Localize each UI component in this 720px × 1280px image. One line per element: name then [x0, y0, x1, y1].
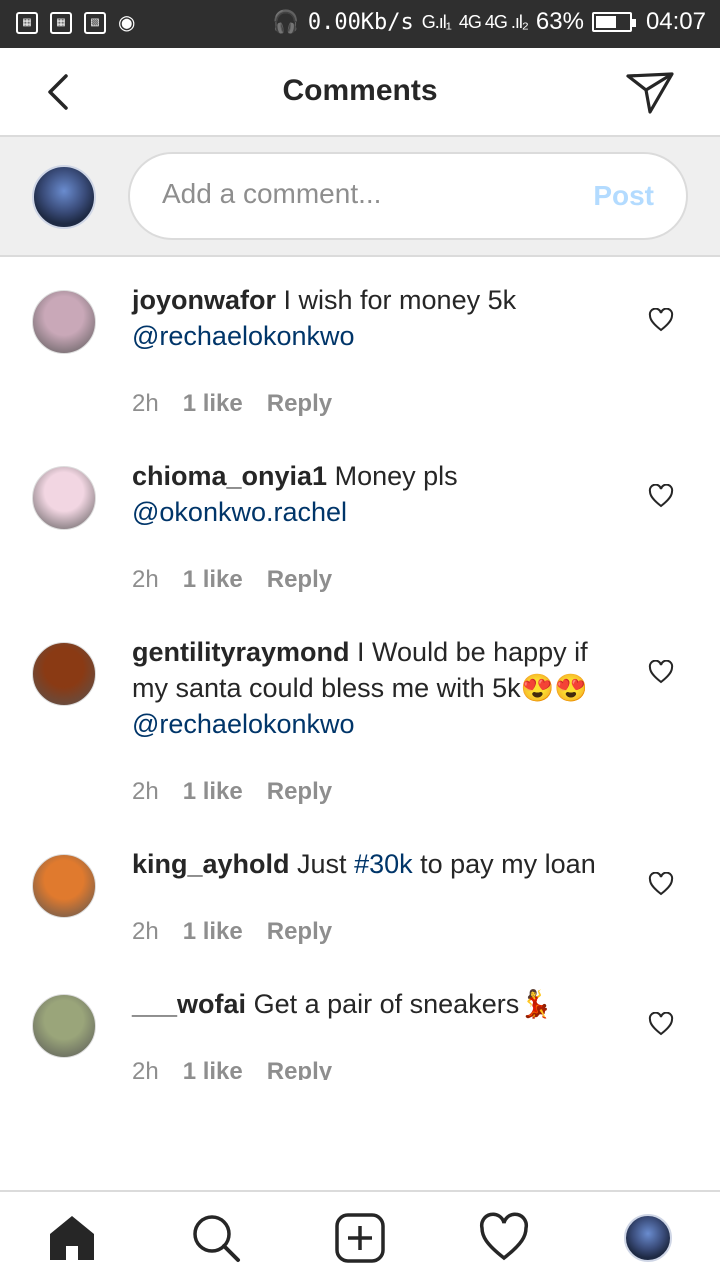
mention-link[interactable]: @rechaelokonkwo: [132, 321, 355, 351]
comment-text: king_ayhold Just #30k to pay my loan: [132, 846, 622, 882]
post-button[interactable]: Post: [593, 180, 654, 212]
reply-button[interactable]: Reply: [267, 918, 332, 946]
heart-icon[interactable]: [648, 660, 674, 684]
headphones-icon: 🎧: [272, 9, 300, 34]
heart-icon[interactable]: [648, 308, 674, 332]
profile-avatar[interactable]: [624, 1214, 672, 1262]
reply-button[interactable]: Reply: [267, 566, 332, 594]
like-count[interactable]: 1 like: [183, 918, 243, 946]
notification-icons: ▦ ▦ ▧ ◉: [16, 10, 135, 35]
battery-icon: [591, 12, 636, 32]
reply-button[interactable]: Reply: [267, 1058, 332, 1080]
heart-icon[interactable]: [648, 484, 674, 508]
bottom-nav: [0, 1190, 720, 1280]
comment-meta: 2h 1 like Reply: [132, 778, 332, 806]
heart-icon[interactable]: [648, 872, 674, 896]
comment-body: Get a pair of sneakers💃: [246, 989, 553, 1019]
comment-text: chioma_onyia1 Money pls @okonkwo.rachel: [132, 458, 622, 530]
comment-username[interactable]: gentilityraymond: [132, 637, 350, 667]
reply-button[interactable]: Reply: [267, 390, 332, 418]
like-count[interactable]: 1 like: [183, 1058, 243, 1080]
gallery-notification-icon: ▧: [84, 11, 106, 34]
avatar[interactable]: [32, 290, 96, 354]
reply-button[interactable]: Reply: [267, 778, 332, 806]
comment-composer: Post: [0, 137, 720, 257]
comment-time: 2h: [132, 778, 159, 805]
page-title: Comments: [282, 74, 438, 107]
signal-sim2-icon: 4G 4G .ıl₂: [458, 11, 529, 32]
app-notification-icon: ▦: [16, 11, 38, 34]
avatar[interactable]: [32, 466, 96, 530]
comment-meta: 2h 1 like Reply: [132, 1058, 332, 1080]
network-speed: 0.00Kb/s: [307, 9, 414, 35]
comment-time: 2h: [132, 918, 159, 945]
hashtag-link[interactable]: #30k: [354, 849, 413, 879]
app-notification-icon: ▦: [50, 11, 72, 34]
mention-link[interactable]: @rechaelokonkwo: [132, 709, 355, 739]
comment-username[interactable]: chioma_onyia1: [132, 461, 327, 491]
comment-input[interactable]: [162, 178, 562, 210]
my-avatar: [32, 165, 96, 229]
comment-meta: 2h 1 like Reply: [132, 566, 332, 594]
comment-meta: 2h 1 like Reply: [132, 390, 332, 418]
comment-username[interactable]: ___wofai: [132, 989, 246, 1019]
add-post-icon[interactable]: [334, 1212, 386, 1264]
comment-username[interactable]: king_ayhold: [132, 849, 290, 879]
comment-body: to pay my loan: [412, 849, 596, 879]
heart-icon[interactable]: [648, 1012, 674, 1036]
comment-body: Money pls: [327, 461, 458, 491]
avatar[interactable]: [32, 994, 96, 1058]
home-icon[interactable]: [46, 1212, 98, 1264]
signal-sim1-icon: G.ıl₁: [421, 11, 452, 32]
header: Comments: [0, 48, 720, 137]
media-notification-icon: ◉: [118, 12, 136, 34]
comment-text: ___wofai Get a pair of sneakers💃: [132, 986, 622, 1022]
comment-list[interactable]: joyonwafor I wish for money 5k @rechaelo…: [0, 258, 720, 1080]
activity-heart-icon[interactable]: [478, 1212, 530, 1264]
comment-meta: 2h 1 like Reply: [132, 918, 332, 946]
avatar[interactable]: [32, 642, 96, 706]
avatar[interactable]: [32, 854, 96, 918]
comment-username[interactable]: joyonwafor: [132, 285, 276, 315]
comment-body: Just: [289, 849, 355, 879]
like-count[interactable]: 1 like: [183, 390, 243, 418]
comment-time: 2h: [132, 1058, 159, 1080]
comment-box[interactable]: Post: [128, 152, 688, 240]
comment-time: 2h: [132, 566, 159, 593]
battery-percent: 63%: [535, 8, 584, 35]
like-count[interactable]: 1 like: [183, 778, 243, 806]
comment-text: joyonwafor I wish for money 5k @rechaelo…: [132, 282, 622, 354]
comment-body: I wish for money 5k: [276, 285, 517, 315]
status-bar: ▦ ▦ ▧ ◉ 🎧 0.00Kb/s G.ıl₁ 4G 4G .ıl₂ 63% …: [0, 0, 720, 48]
comment-text: gentilityraymond I Would be happy if my …: [132, 634, 622, 742]
clock: 04:07: [645, 8, 706, 35]
mention-link[interactable]: @okonkwo.rachel: [132, 497, 347, 527]
search-icon[interactable]: [190, 1212, 242, 1264]
comment-time: 2h: [132, 390, 159, 417]
paper-plane-icon[interactable]: [624, 68, 676, 116]
like-count[interactable]: 1 like: [183, 566, 243, 594]
